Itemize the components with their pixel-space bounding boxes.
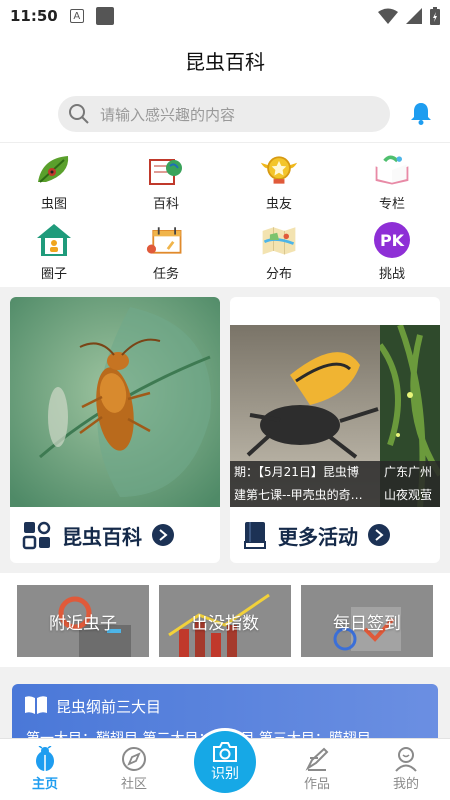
- pk-icon: PK: [372, 221, 412, 259]
- category-label: 虫图: [40, 197, 67, 212]
- pen-icon: [287, 745, 347, 773]
- category-label: 专栏: [378, 197, 405, 212]
- quick-action-label: 每日签到: [333, 613, 401, 634]
- notification-a-icon: A: [69, 9, 84, 23]
- nearby-bugs-button[interactable]: 附近虫子: [17, 585, 149, 657]
- tab-community[interactable]: 社区: [104, 745, 164, 792]
- chevron-right-icon[interactable]: [152, 524, 174, 546]
- tab-works[interactable]: 作品: [287, 745, 347, 792]
- activities-card[interactable]: 期：【5月21日】昆虫博 建第七课--甲壳虫的奇… 广东广州 山夜观萤 更多活动: [230, 297, 440, 563]
- notification-bell-icon[interactable]: [408, 100, 434, 130]
- category-label: 圈子: [40, 267, 67, 282]
- category-item-tasks[interactable]: 任务: [121, 221, 211, 282]
- category-item-distribution[interactable]: 分布: [234, 221, 324, 282]
- tab-label: 主页: [31, 777, 58, 792]
- category-label: 分布: [265, 267, 292, 282]
- category-item-insect-photos[interactable]: 虫图: [9, 151, 99, 212]
- open-book-icon: [25, 696, 47, 714]
- banner-title: 昆虫纲前三大目: [56, 698, 162, 716]
- tab-home[interactable]: 主页: [15, 745, 75, 792]
- quick-actions: 附近虫子 出没指数 每日签到: [0, 573, 450, 667]
- wifi-icon: [378, 8, 398, 24]
- category-grid: 虫图 百科 虫友 专栏 圈子 任务 分布 PK 挑战: [0, 142, 450, 287]
- camera-icon: [213, 742, 237, 762]
- status-time: 11:50: [10, 7, 58, 25]
- category-label: 虫友: [265, 197, 292, 212]
- encyclopedia-card-title: 昆虫百科: [62, 524, 142, 549]
- compass-icon: [104, 745, 164, 773]
- tab-label: 社区: [120, 777, 147, 792]
- category-item-bug-friends[interactable]: 虫友: [234, 151, 324, 212]
- search-placeholder: 请输入感兴趣的内容: [100, 105, 236, 124]
- category-grid-icon: [22, 521, 51, 550]
- book-icon: [244, 522, 266, 549]
- quick-action-label: 附近虫子: [49, 613, 117, 634]
- battery-icon: [430, 7, 440, 25]
- search-input[interactable]: 请输入感兴趣的内容: [58, 96, 390, 132]
- category-item-challenge[interactable]: PK 挑战: [347, 221, 437, 282]
- activities-card-footer: 更多活动: [230, 507, 440, 563]
- gold-medal-icon: [259, 151, 299, 189]
- category-item-column[interactable]: 专栏: [347, 151, 437, 212]
- activity-slide[interactable]: 期：【5月21日】昆虫博 建第七课--甲壳虫的奇…: [230, 325, 380, 507]
- category-label: 挑战: [378, 267, 405, 282]
- category-label: 任务: [152, 267, 179, 282]
- quick-action-label: 出没指数: [191, 613, 259, 634]
- calendar-icon: [146, 221, 186, 259]
- tab-label: 作品: [303, 777, 330, 792]
- page-title: 昆虫百科: [185, 49, 265, 74]
- notification-square-icon: [95, 7, 114, 25]
- daily-checkin-button[interactable]: 每日签到: [301, 585, 433, 657]
- appearance-index-button[interactable]: 出没指数: [159, 585, 291, 657]
- search-icon: [69, 104, 89, 124]
- app-header: 昆虫百科: [0, 32, 450, 88]
- tab-label: 我的: [392, 777, 419, 792]
- activity-caption: 广东广州 山夜观萤: [380, 461, 440, 507]
- encyclopedia-card[interactable]: 昆虫百科: [10, 297, 220, 563]
- encyclopedia-card-footer: 昆虫百科: [10, 507, 220, 563]
- activities-card-title: 更多活动: [278, 524, 358, 549]
- leaf-bug-icon: [34, 151, 74, 189]
- activity-caption: 期：【5月21日】昆虫博 建第七课--甲壳虫的奇…: [230, 461, 380, 507]
- category-item-encyclopedia[interactable]: 百科: [121, 151, 211, 212]
- status-bar: 11:50 A: [0, 0, 450, 32]
- open-book-icon: [372, 151, 412, 189]
- search-row: 请输入感兴趣的内容: [0, 88, 450, 142]
- category-item-circles[interactable]: 圈子: [9, 221, 99, 282]
- book-globe-icon: [146, 151, 186, 189]
- beetle-home-icon: [15, 745, 75, 773]
- beetle-photo: [10, 297, 220, 507]
- bottom-tab-bar: 主页 社区 识别 作品 我的: [0, 731, 450, 800]
- chevron-right-icon[interactable]: [368, 524, 390, 546]
- tab-label: 识别: [211, 766, 239, 782]
- map-icon: [259, 221, 299, 259]
- tab-profile[interactable]: 我的: [376, 745, 436, 792]
- signal-icon: [406, 8, 422, 24]
- category-label: 百科: [152, 197, 179, 212]
- home-person-icon: [34, 221, 74, 259]
- identify-camera-button[interactable]: 识别: [194, 731, 256, 793]
- user-icon: [376, 745, 436, 773]
- activity-slide[interactable]: 广东广州 山夜观萤: [380, 325, 440, 507]
